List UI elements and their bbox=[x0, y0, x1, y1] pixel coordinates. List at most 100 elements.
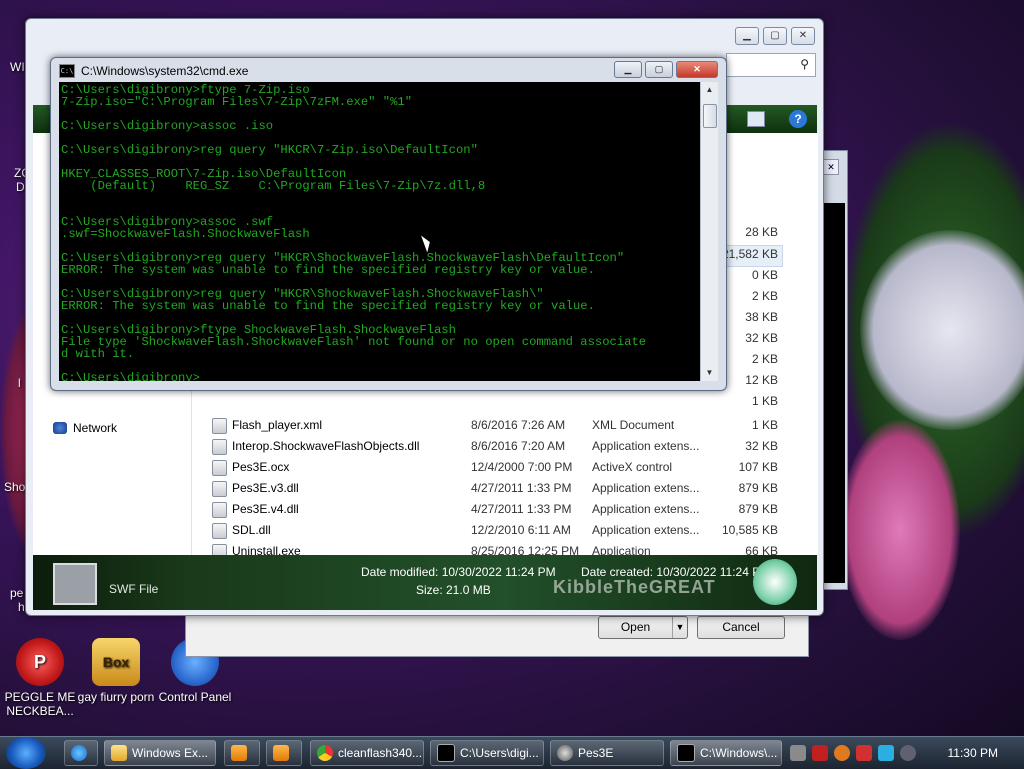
start-button[interactable] bbox=[6, 737, 46, 769]
search-icon[interactable]: ⚲ bbox=[800, 57, 809, 71]
pes-icon bbox=[557, 745, 573, 761]
file-size: 10,585 KB bbox=[721, 523, 778, 537]
details-date-modified: Date modified: 10/30/2022 11:24 PM bbox=[361, 565, 556, 579]
close-icon[interactable]: ✕ bbox=[823, 159, 839, 175]
file-dialog-footer: Open ▼ Cancel bbox=[185, 612, 809, 657]
scroll-thumb[interactable] bbox=[703, 104, 717, 128]
background-console bbox=[823, 203, 845, 583]
help-icon[interactable]: ? bbox=[789, 110, 807, 128]
scroll-down-arrow-icon[interactable]: ▼ bbox=[701, 365, 718, 381]
file-date: 4/27/2011 1:33 PM bbox=[471, 481, 572, 495]
cancel-button[interactable]: Cancel bbox=[697, 616, 785, 639]
taskbar-item[interactable]: C:\Windows\... bbox=[670, 740, 782, 766]
file-type: Application extens... bbox=[592, 481, 700, 495]
search-input[interactable]: ⚲ bbox=[726, 53, 816, 77]
file-row[interactable]: Interop.ShockwaveFlashObjects.dll 8/6/20… bbox=[192, 436, 818, 457]
minimize-button[interactable]: ▁ bbox=[735, 27, 759, 45]
window-controls: ▁ ▢ ✕ bbox=[735, 27, 815, 45]
chrome-icon bbox=[317, 745, 333, 761]
file-name: Pes3E.v3.dll bbox=[232, 481, 299, 495]
file-size: 107 KB bbox=[738, 460, 778, 474]
cmd-titlebar[interactable]: C:\ C:\Windows\system32\cmd.exe bbox=[59, 61, 248, 81]
box-character-icon: Box bbox=[92, 638, 140, 686]
desktop-peek-label: l bbox=[18, 376, 21, 390]
size-cell: 38 KB bbox=[745, 310, 778, 324]
taskbar-item[interactable] bbox=[64, 740, 98, 766]
desktop-icon-label: Control Panel bbox=[158, 690, 232, 704]
taskbar-item[interactable]: Pes3E bbox=[550, 740, 664, 766]
taskbar-item-label: Pes3E bbox=[578, 746, 614, 760]
minimize-button[interactable]: ▁ bbox=[614, 61, 642, 78]
desktop-peek-label: pe bbox=[10, 586, 24, 600]
maximize-button[interactable]: ▢ bbox=[763, 27, 787, 45]
open-button-label: Open bbox=[620, 620, 651, 634]
file-name: Flash_player.xml bbox=[232, 418, 323, 432]
taskbar-item[interactable] bbox=[224, 740, 260, 766]
dropdown-arrow-icon[interactable]: ▼ bbox=[672, 617, 687, 638]
file-type: Application extens... bbox=[592, 523, 700, 537]
nav-item-label: Network bbox=[73, 421, 118, 435]
preview-pane-icon[interactable] bbox=[747, 111, 765, 127]
scroll-up-arrow-icon[interactable]: ▲ bbox=[701, 82, 718, 98]
file-row[interactable]: SDL.dll 12/2/2010 6:11 AM Application ex… bbox=[192, 520, 818, 541]
taskbar-item[interactable]: Windows Ex... bbox=[104, 740, 216, 766]
file-row[interactable]: Pes3E.v3.dll 4/27/2011 1:33 PM Applicati… bbox=[192, 478, 818, 499]
taskbar-item-label: C:\Users\digi... bbox=[460, 746, 539, 760]
details-watermark: KibbleTheGREAT bbox=[553, 577, 716, 597]
file-row[interactable]: Flash_player.xml 8/6/2016 7:26 AM XML Do… bbox=[192, 415, 818, 436]
desktop-icon-peggle[interactable]: P PEGGLE ME NECKBEA... bbox=[0, 638, 82, 718]
paint-icon bbox=[273, 745, 289, 761]
size-cell: 21,582 KB bbox=[721, 247, 778, 261]
dll-file-icon bbox=[212, 439, 227, 455]
tray-app-icon[interactable] bbox=[790, 745, 806, 761]
file-size: 879 KB bbox=[738, 502, 778, 516]
maximize-button[interactable]: ▢ bbox=[645, 61, 673, 78]
window-controls: ▁ ▢ ✕ bbox=[614, 61, 718, 78]
taskbar-item-label: cleanflash340... bbox=[338, 746, 423, 760]
nav-item-network[interactable]: Network bbox=[53, 421, 117, 435]
file-size: 1 KB bbox=[751, 418, 778, 432]
console-output[interactable]: C:\Users\digibrony>ftype 7-Zip.iso 7-Zip… bbox=[59, 82, 701, 381]
size-cell: 28 KB bbox=[745, 225, 778, 239]
desktop-peek-label: h bbox=[18, 600, 25, 614]
file-type: XML Document bbox=[592, 418, 675, 432]
clock[interactable]: 11:30 PM bbox=[948, 746, 998, 760]
tray-network-icon[interactable] bbox=[878, 745, 894, 761]
tray-volume-icon[interactable] bbox=[900, 745, 916, 761]
file-date: 4/27/2011 1:33 PM bbox=[471, 502, 572, 516]
mascot-icon bbox=[753, 559, 797, 605]
file-date: 8/6/2016 7:20 AM bbox=[471, 439, 566, 453]
size-cell: 32 KB bbox=[745, 331, 778, 345]
open-button[interactable]: Open ▼ bbox=[598, 616, 688, 639]
xml-file-icon bbox=[212, 418, 227, 434]
tray-search-icon[interactable] bbox=[834, 745, 850, 761]
dll-file-icon bbox=[212, 523, 227, 539]
file-date: 12/2/2010 6:11 AM bbox=[471, 523, 571, 537]
close-button[interactable]: ✕ bbox=[791, 27, 815, 45]
network-icon bbox=[53, 422, 67, 434]
console-text: C:\Users\digibrony>ftype 7-Zip.iso 7-Zip… bbox=[61, 83, 647, 381]
file-name: Pes3E.ocx bbox=[232, 460, 290, 474]
taskbar-item[interactable]: C:\Users\digi... bbox=[430, 740, 544, 766]
file-type: Application extens... bbox=[592, 502, 700, 516]
taskbar-item[interactable]: cleanflash340... bbox=[310, 740, 424, 766]
wallpaper-pony-tail bbox=[840, 420, 960, 640]
tray-antivirus-icon[interactable] bbox=[812, 745, 828, 761]
ie-icon bbox=[71, 745, 87, 761]
ocx-file-icon bbox=[212, 460, 227, 476]
desktop-icon-box[interactable]: Box gay fiurry porn bbox=[74, 638, 158, 704]
details-file-kind: SWF File bbox=[109, 582, 159, 596]
desktop-icon-label: gay fiurry porn bbox=[77, 690, 155, 704]
close-button[interactable]: ✕ bbox=[676, 61, 718, 78]
tray-flag-icon[interactable] bbox=[856, 745, 872, 761]
taskbar-item-label: C:\Windows\... bbox=[700, 746, 778, 760]
file-row[interactable]: Pes3E.ocx 12/4/2000 7:00 PM ActiveX cont… bbox=[192, 457, 818, 478]
swf-file-thumbnail-icon bbox=[53, 563, 97, 605]
desktop-peek-label: WI bbox=[10, 60, 25, 74]
folder-icon bbox=[111, 745, 127, 761]
file-name: Pes3E.v4.dll bbox=[232, 502, 299, 516]
file-row[interactable]: Pes3E.v4.dll 4/27/2011 1:33 PM Applicati… bbox=[192, 499, 818, 520]
size-cell: 1 KB bbox=[751, 394, 778, 408]
vertical-scrollbar[interactable]: ▲ ▼ bbox=[700, 82, 718, 381]
taskbar-item[interactable] bbox=[266, 740, 302, 766]
